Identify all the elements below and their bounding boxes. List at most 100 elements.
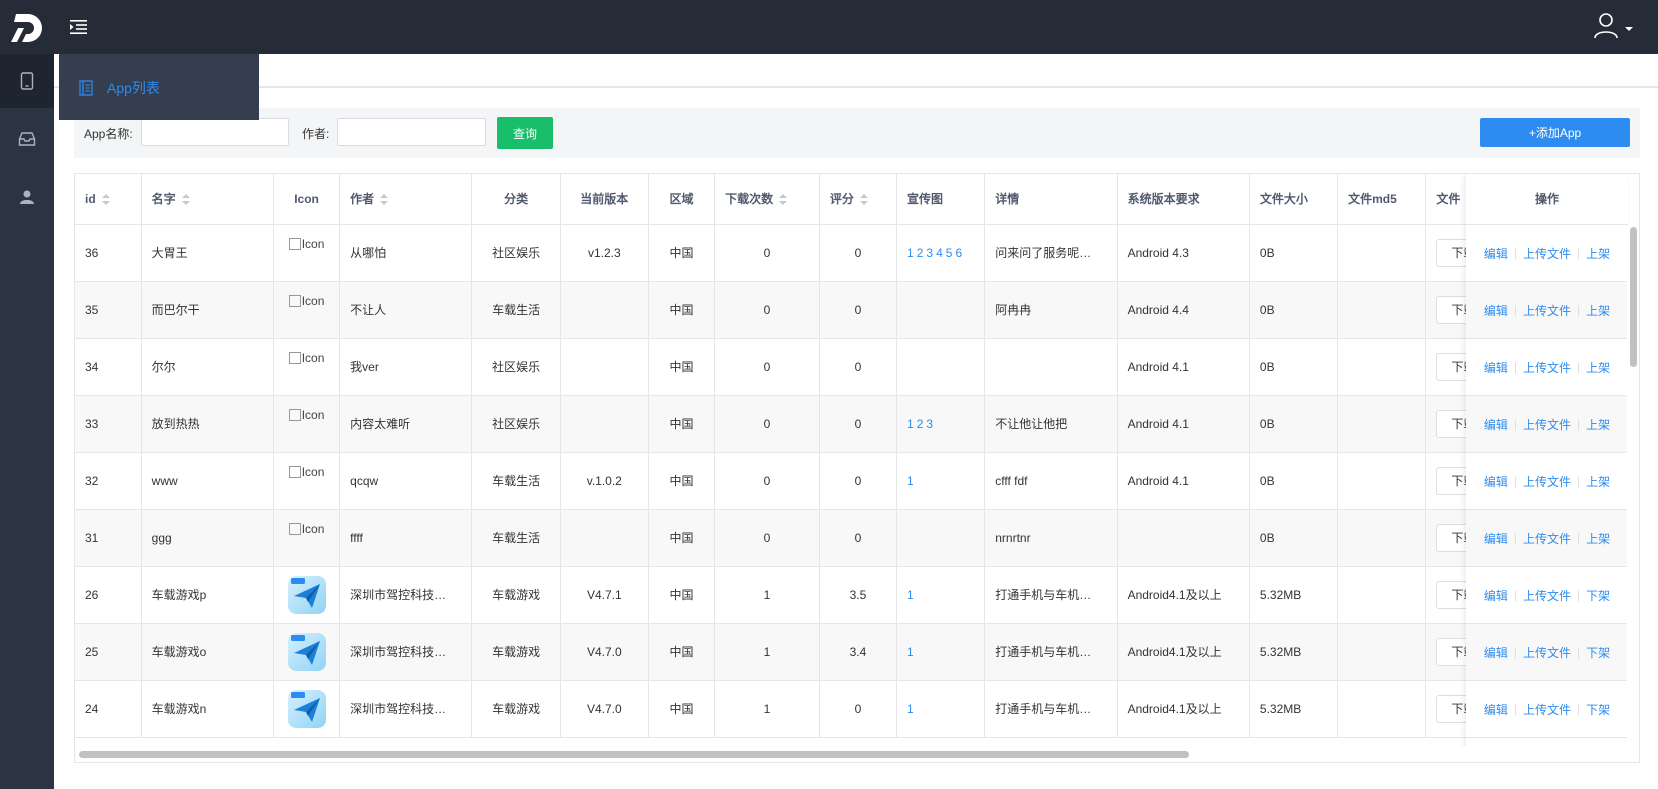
add-app-button[interactable]: +添加App <box>1480 118 1630 147</box>
author-input[interactable] <box>337 118 486 146</box>
sort-icon[interactable] <box>380 194 389 206</box>
promo-image-link[interactable]: 5 <box>946 246 953 260</box>
col-author[interactable]: 作者 <box>339 174 473 225</box>
cell-promo: 123456 <box>896 224 986 282</box>
sidebar-item-inbox[interactable] <box>0 112 54 166</box>
cell-md5 <box>1337 224 1427 282</box>
col-downloads[interactable]: 下载次数 <box>714 174 820 225</box>
horizontal-scrollbar[interactable] <box>75 746 1639 762</box>
cell-downloads: 1 <box>714 566 820 624</box>
col-id[interactable]: id <box>75 174 142 225</box>
upload-file-link[interactable]: 上传文件 <box>1523 644 1571 661</box>
upload-file-link[interactable]: 上传文件 <box>1523 701 1571 718</box>
toggle-listing-link[interactable]: 下架 <box>1586 587 1610 604</box>
col-rating[interactable]: 评分 <box>819 174 898 225</box>
promo-image-link[interactable]: 1 <box>907 588 914 602</box>
cell-category: 车载生活 <box>471 452 561 510</box>
edit-link[interactable]: 编辑 <box>1484 473 1508 490</box>
upload-file-link[interactable]: 上传文件 <box>1523 245 1571 262</box>
toggle-listing-link[interactable]: 上架 <box>1586 473 1610 490</box>
promo-image-link[interactable]: 3 <box>926 417 933 431</box>
toggle-listing-link[interactable]: 下架 <box>1586 701 1610 718</box>
sidebar-item-users[interactable] <box>0 170 54 224</box>
col-name[interactable]: 名字 <box>141 174 274 225</box>
promo-image-link[interactable]: 1 <box>907 645 914 659</box>
cell-version <box>560 509 649 567</box>
upload-file-link[interactable]: 上传文件 <box>1523 473 1571 490</box>
toggle-listing-link[interactable]: 上架 <box>1586 530 1610 547</box>
col-icon: Icon <box>273 174 341 225</box>
edit-link[interactable]: 编辑 <box>1484 416 1508 433</box>
table-row: 31 ggg Icon ffff 车载生活 中国 0 0 nrnrtnr 0B 下载 <box>75 509 1626 567</box>
cell-md5 <box>1337 509 1427 567</box>
sidebar-item-apps[interactable] <box>0 54 54 108</box>
sort-icon[interactable] <box>101 193 110 206</box>
promo-image-link[interactable]: 4 <box>936 246 943 260</box>
sort-icon[interactable] <box>181 194 190 206</box>
cell-region: 中国 <box>648 680 716 738</box>
cell-category: 车载生活 <box>471 281 561 339</box>
promo-image-link[interactable]: 1 <box>907 702 914 716</box>
promo-image-link[interactable]: 2 <box>917 246 924 260</box>
menu-toggle-icon[interactable] <box>69 18 89 36</box>
cell-os: Android4.1及以上 <box>1117 566 1250 624</box>
cell-rating: 3.4 <box>819 623 898 681</box>
edit-link[interactable]: 编辑 <box>1484 644 1508 661</box>
separator: | <box>1513 303 1517 317</box>
logo-icon <box>8 10 48 46</box>
cell-details: 打通手机与车机… <box>984 623 1118 681</box>
cell-author: 从哪怕 <box>339 224 473 282</box>
table-row: 34 尔尔 Icon 我ver 社区娱乐 中国 0 0 Android 4.1 0B 下载 <box>75 338 1626 396</box>
cell-id: 24 <box>75 680 142 738</box>
promo-image-link[interactable]: 6 <box>955 246 962 260</box>
app-name-input[interactable] <box>141 118 289 146</box>
promo-image-link[interactable]: 3 <box>926 246 933 260</box>
horizontal-scroll-thumb[interactable] <box>79 751 1189 758</box>
separator: | <box>1577 474 1581 488</box>
upload-file-link[interactable]: 上传文件 <box>1523 302 1571 319</box>
cell-size: 0B <box>1249 281 1339 339</box>
cell-author: 我ver <box>339 338 473 396</box>
sort-icon[interactable] <box>859 194 868 206</box>
promo-image-link[interactable]: 1 <box>907 474 914 488</box>
separator: | <box>1577 531 1581 545</box>
cell-promo <box>896 281 986 339</box>
upload-file-link[interactable]: 上传文件 <box>1523 587 1571 604</box>
cell-region: 中国 <box>648 566 716 624</box>
cell-version <box>560 338 649 396</box>
broken-image-icon: Icon <box>288 237 324 251</box>
cell-os: Android 4.1 <box>1117 338 1250 396</box>
user-menu[interactable] <box>1592 12 1636 40</box>
vertical-scrollbar[interactable] <box>1627 225 1639 745</box>
toggle-listing-link[interactable]: 上架 <box>1586 302 1610 319</box>
promo-image-link[interactable]: 2 <box>917 417 924 431</box>
col-os: 系统版本要求 <box>1117 174 1250 225</box>
cell-rating: 0 <box>819 224 898 282</box>
edit-link[interactable]: 编辑 <box>1484 359 1508 376</box>
upload-file-link[interactable]: 上传文件 <box>1523 416 1571 433</box>
cell-md5 <box>1337 452 1427 510</box>
query-button[interactable]: 查询 <box>497 117 553 149</box>
edit-link[interactable]: 编辑 <box>1484 245 1508 262</box>
cell-region: 中国 <box>648 623 716 681</box>
edit-link[interactable]: 编辑 <box>1484 587 1508 604</box>
cell-id: 33 <box>75 395 142 453</box>
edit-link[interactable]: 编辑 <box>1484 530 1508 547</box>
promo-image-link[interactable]: 1 <box>907 417 914 431</box>
vertical-scroll-thumb[interactable] <box>1630 227 1637 367</box>
cell-id: 35 <box>75 281 142 339</box>
toggle-listing-link[interactable]: 上架 <box>1586 359 1610 376</box>
cell-promo: 1 <box>896 680 986 738</box>
sort-icon[interactable] <box>779 194 788 206</box>
upload-file-link[interactable]: 上传文件 <box>1523 359 1571 376</box>
toggle-listing-link[interactable]: 上架 <box>1586 245 1610 262</box>
popup-item-app-list[interactable]: App列表 <box>107 78 160 98</box>
toggle-listing-link[interactable]: 下架 <box>1586 644 1610 661</box>
actions-row: 编辑 | 上传文件 | 下架 <box>1466 681 1628 738</box>
edit-link[interactable]: 编辑 <box>1484 302 1508 319</box>
upload-file-link[interactable]: 上传文件 <box>1523 530 1571 547</box>
promo-image-link[interactable]: 1 <box>907 246 914 260</box>
toggle-listing-link[interactable]: 上架 <box>1586 416 1610 433</box>
edit-link[interactable]: 编辑 <box>1484 701 1508 718</box>
user-icon <box>20 190 34 204</box>
